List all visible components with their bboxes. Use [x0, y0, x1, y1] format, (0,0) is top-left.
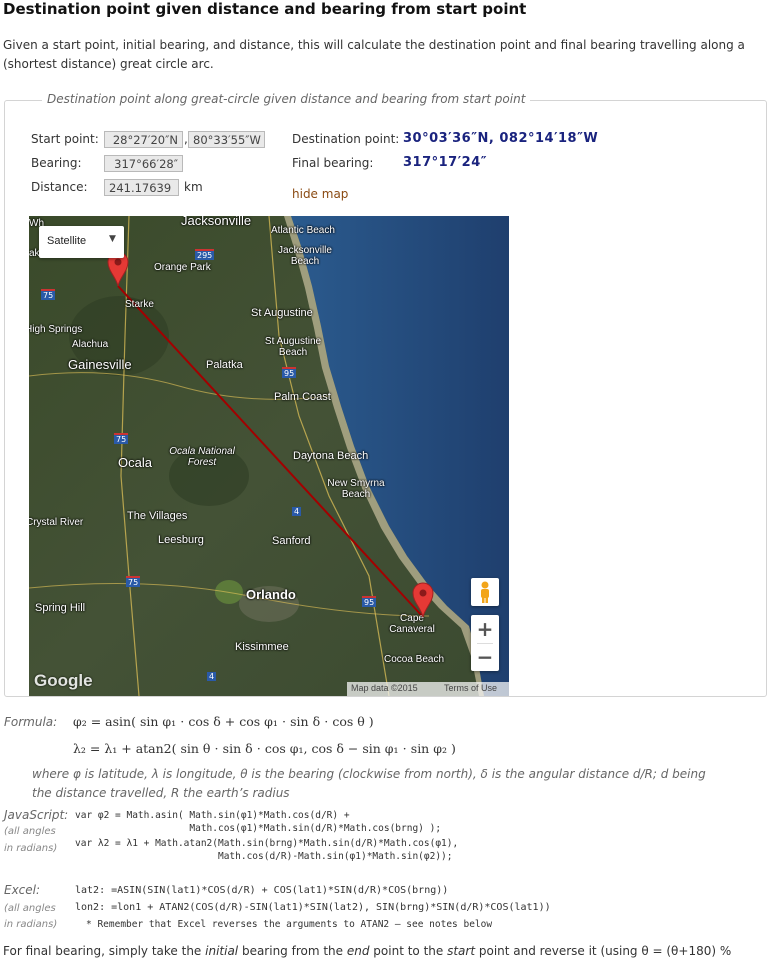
- javascript-label: JavaScript:: [4, 808, 69, 822]
- bearing-label: Bearing:: [31, 156, 82, 170]
- map-label: New Smyrna Beach: [327, 478, 385, 500]
- destination-marker-icon[interactable]: [412, 582, 434, 618]
- distance-label: Distance:: [31, 180, 88, 194]
- map-label: The Villages: [127, 510, 188, 522]
- excel-note-1: (all angles: [4, 903, 56, 914]
- map-label: Gainesville: [68, 357, 132, 372]
- formula-line-2: λ₂ = λ₁ + atan2( sin θ ⋅ sin δ ⋅ cos φ₁,…: [73, 741, 456, 756]
- map-label: Kissimmee: [235, 641, 289, 653]
- distance-unit: km: [184, 180, 203, 194]
- map-label: Ocala: [118, 455, 152, 470]
- start-lat-input[interactable]: 28°27′20″N: [104, 131, 183, 148]
- formula-label: Formula:: [4, 715, 58, 729]
- map-label: Crystal River: [29, 517, 84, 528]
- map-label: Palm Coast: [274, 391, 331, 403]
- terms-of-use-link[interactable]: Terms of Use: [444, 683, 497, 693]
- map-label: Atlantic Beach: [271, 225, 335, 236]
- javascript-code-1: var φ2 = Math.asin( Math.sin(φ1)*Math.co…: [75, 810, 350, 821]
- chevron-down-icon: ▼: [109, 234, 116, 244]
- start-lon-input[interactable]: 80°33′55″W: [188, 131, 265, 148]
- satellite-map[interactable]: Jacksonville Atlantic Beach Jacksonville…: [29, 216, 509, 696]
- zoom-out-button[interactable]: −: [471, 643, 499, 671]
- map-label: Ocala National Forest: [169, 446, 235, 468]
- excel-code-2: lon2: =lon1 + ATAN2(COS(d/R)-SIN(lat1)*S…: [75, 902, 551, 913]
- map-label: Orlando: [246, 587, 296, 602]
- bearing-input[interactable]: 317°66′28″: [104, 155, 183, 172]
- map-label: St Augustine: [251, 307, 313, 319]
- final-bearing-note: For final bearing, simply take the initi…: [3, 944, 732, 958]
- map-label: Orange Park: [154, 262, 211, 273]
- calculator-legend: Destination point along great-circle giv…: [42, 92, 531, 106]
- javascript-code-4: Math.cos(d/R)-Math.sin(φ1)*Math.sin(φ2))…: [75, 851, 453, 862]
- excel-code-3: * Remember that Excel reverses the argum…: [86, 919, 493, 930]
- formula-line-1: φ₂ = asin( sin φ₁ ⋅ cos δ + cos φ₁ ⋅ sin…: [73, 714, 374, 729]
- street-view-button[interactable]: [471, 578, 499, 606]
- destination-value: 30°03′36″N, 082°14′18″W: [403, 131, 599, 146]
- hide-map-link[interactable]: hide map: [292, 187, 348, 201]
- javascript-code-2: Math.cos(φ1)*Math.sin(d/R)*Math.cos(brng…: [75, 823, 442, 834]
- zoom-in-button[interactable]: +: [471, 615, 499, 643]
- map-label: Starke: [125, 299, 154, 310]
- highway-shield: 95: [362, 596, 377, 607]
- page-title: Destination point given distance and bea…: [3, 0, 527, 18]
- map-label: Spring Hill: [35, 602, 86, 614]
- map-label: Daytona Beach: [293, 450, 369, 462]
- map-label: Jacksonville Beach: [278, 245, 332, 267]
- destination-label: Destination point:: [292, 132, 400, 146]
- map-label: High Springs: [29, 324, 83, 335]
- javascript-code-3: var λ2 = λ1 + Math.atan2(Math.sin(brng)*…: [75, 838, 459, 849]
- map-label: ak: [29, 248, 40, 259]
- map-label: Leesburg: [158, 534, 204, 546]
- formula-where: where φ is latitude, λ is longitude, θ i…: [32, 767, 706, 800]
- highway-shield: 4: [292, 507, 302, 516]
- map-type-select[interactable]: Satellite ▼: [39, 226, 124, 258]
- excel-code-1: lat2: =ASIN(SIN(lat1)*COS(d/R) + COS(lat…: [75, 885, 449, 896]
- start-point-label: Start point:: [31, 132, 99, 146]
- map-label: Palatka: [206, 359, 243, 371]
- map-label: St Augustine Beach: [264, 336, 322, 358]
- final-bearing-value: 317°17′24″: [403, 155, 488, 170]
- excel-label: Excel:: [4, 883, 41, 897]
- highway-shield: 295: [195, 249, 215, 260]
- highway-shield: 75: [126, 576, 141, 587]
- highway-shield: 75: [41, 289, 56, 300]
- map-terrain: [29, 216, 509, 696]
- pegman-icon: [481, 581, 489, 603]
- map-label: Cocoa Beach: [384, 654, 445, 665]
- javascript-note-2: in radians): [4, 843, 58, 854]
- distance-input[interactable]: 241.17639: [104, 179, 179, 196]
- map-label: Sanford: [272, 535, 311, 547]
- map-type-label: Satellite: [47, 235, 87, 247]
- google-logo: Google: [34, 671, 93, 690]
- intro-text: Given a start point, initial bearing, an…: [3, 38, 745, 71]
- excel-note-2: in radians): [4, 919, 58, 930]
- attribution-bar: Map data ©2015 Terms of Use: [347, 682, 509, 696]
- highway-shield: 4: [207, 672, 217, 681]
- map-label: Jacksonville: [181, 216, 252, 228]
- final-bearing-label: Final bearing:: [292, 156, 374, 170]
- zoom-control: + −: [471, 615, 499, 671]
- highway-shield: 75: [114, 433, 129, 444]
- highway-shield: 95: [282, 367, 297, 378]
- map-label: Alachua: [72, 339, 109, 350]
- javascript-note-1: (all angles: [4, 826, 56, 837]
- map-attribution: Map data ©2015: [351, 683, 418, 693]
